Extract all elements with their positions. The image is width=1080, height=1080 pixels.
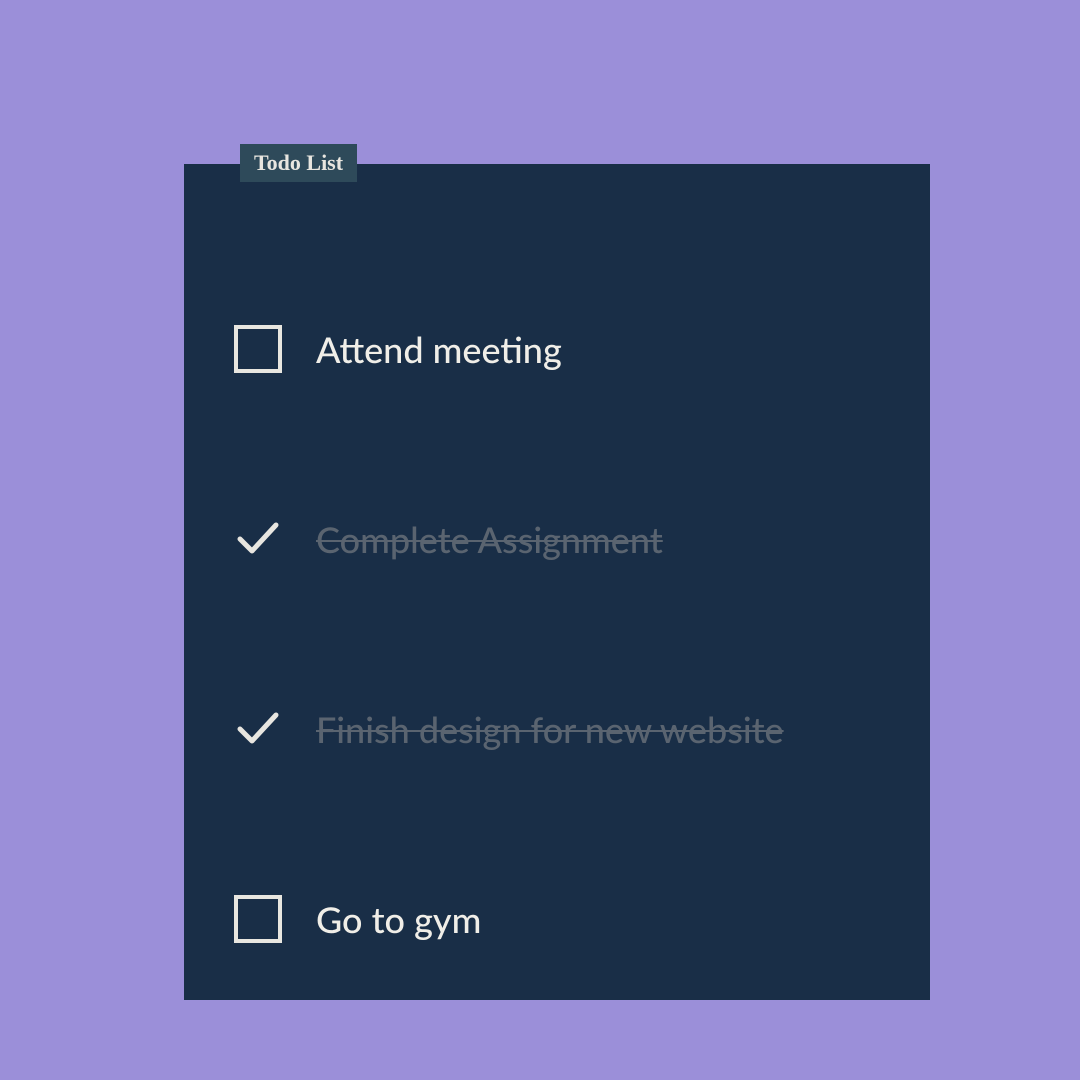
checkbox-unchecked-icon[interactable] (234, 325, 282, 373)
todo-item[interactable]: Finish design for new website (234, 634, 880, 824)
badge-label: Todo List (254, 150, 343, 175)
todo-list-badge: Todo List (240, 144, 357, 182)
todo-item-label: Complete Assignment (316, 517, 663, 561)
todo-item[interactable]: Attend meeting (234, 254, 880, 444)
todo-item[interactable]: Complete Assignment (234, 444, 880, 634)
todo-container: Attend meeting Complete Assignment Finis… (184, 164, 930, 1000)
todo-item-label: Attend meeting (316, 327, 562, 371)
todo-list: Attend meeting Complete Assignment Finis… (184, 164, 930, 1014)
checkmark-icon[interactable] (234, 705, 282, 753)
todo-item[interactable]: Go to gym (234, 824, 880, 1014)
checkmark-icon[interactable] (234, 515, 282, 563)
todo-item-label: Finish design for new website (316, 707, 784, 751)
checkbox-unchecked-icon[interactable] (234, 895, 282, 943)
todo-item-label: Go to gym (316, 897, 481, 941)
